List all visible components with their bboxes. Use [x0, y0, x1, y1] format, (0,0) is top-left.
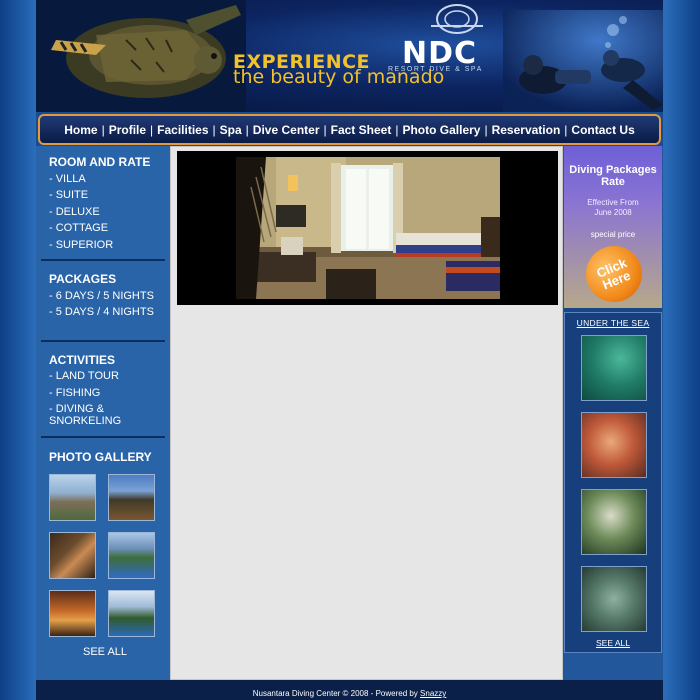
room-link-cottage[interactable]: - COTTAGE: [49, 222, 108, 234]
promo-effective-date: Effective From June 2008: [564, 198, 662, 218]
promo-effective-line1: Effective From: [587, 198, 639, 207]
under-the-sea-link[interactable]: UNDER THE SEA: [565, 318, 661, 328]
promo-effective-line2: June 2008: [594, 208, 632, 217]
gallery-thumb-room[interactable]: [49, 532, 96, 579]
ndc-logo-icon: [431, 4, 483, 34]
nav-spa[interactable]: Spa: [216, 123, 246, 137]
gallery-thumb-pool[interactable]: [108, 532, 155, 579]
package-link-6-days[interactable]: - 6 DAYS / 5 NIGHTS: [49, 290, 154, 302]
nav-reservation[interactable]: Reservation: [488, 123, 565, 137]
photo-gallery-heading: PHOTO GALLERY: [49, 450, 152, 464]
activities-heading: ACTIVITIES: [49, 353, 116, 367]
gallery-thumb-bedroom[interactable]: [49, 590, 96, 637]
promo-title: Diving Packages Rate: [564, 164, 662, 188]
nav-home[interactable]: Home: [60, 123, 101, 137]
room-link-suite[interactable]: - SUITE: [49, 189, 88, 201]
footer-powered-link[interactable]: Snazzy: [420, 689, 446, 698]
promo-special-price: special price: [590, 230, 636, 239]
room-and-rate-heading: ROOM AND RATE: [49, 155, 151, 169]
main-menu: Home | Profile | Facilities | Spa | Dive…: [38, 114, 661, 145]
room-link-villa[interactable]: - VILLA: [49, 173, 86, 185]
promo-title-line1: Diving Packages: [569, 164, 657, 176]
sidebar-divider: [41, 436, 165, 438]
room-link-superior[interactable]: - SUPERIOR: [49, 239, 113, 251]
footer-text: Nusantara Diving Center © 2008 - Powered…: [252, 689, 418, 698]
under-the-sea-panel: UNDER THE SEA SEE ALL: [564, 312, 662, 653]
gallery-thumb-villa-roof[interactable]: [108, 474, 155, 521]
footer: Nusantara Diving Center © 2008 - Powered…: [36, 680, 663, 700]
sea-turtle-image: [36, 0, 246, 112]
promo-title-line2: Rate: [601, 176, 625, 188]
packages-heading: PACKAGES: [49, 272, 117, 286]
sea-photo-crab[interactable]: [581, 566, 647, 632]
featured-photo-frame: [177, 151, 558, 305]
nav-facilities[interactable]: Facilities: [153, 123, 212, 137]
header-banner: EXPERIENCE NDC RESORT DIVE & SPA the bea…: [36, 0, 663, 112]
scuba-divers-image: [503, 10, 663, 112]
gallery-see-all-link[interactable]: SEE ALL: [83, 646, 127, 658]
gallery-thumb-seaside[interactable]: [108, 590, 155, 637]
gallery-thumb-walkway[interactable]: [49, 474, 96, 521]
navigation-bar: Home | Profile | Facilities | Spa | Dive…: [36, 112, 663, 146]
room-interior-photo: [236, 157, 500, 299]
diving-packages-promo[interactable]: Diving Packages Rate Effective From June…: [564, 146, 662, 311]
nav-photo-gallery[interactable]: Photo Gallery: [398, 123, 484, 137]
click-here-button[interactable]: Click Here: [577, 237, 651, 311]
activity-link-land-tour[interactable]: - LAND TOUR: [49, 370, 119, 382]
nav-fact-sheet[interactable]: Fact Sheet: [327, 123, 396, 137]
nav-profile[interactable]: Profile: [105, 123, 150, 137]
sea-photo-scallop[interactable]: [581, 412, 647, 478]
activity-link-diving-snorkeling[interactable]: - DIVING & SNORKELING: [49, 403, 170, 427]
left-sidebar: ROOM AND RATE - VILLA - SUITE - DELUXE -…: [36, 146, 170, 680]
room-link-deluxe[interactable]: - DELUXE: [49, 206, 100, 218]
right-sidebar: Diving Packages Rate Effective From June…: [564, 146, 662, 653]
sea-photo-clownfish[interactable]: [581, 335, 647, 401]
package-link-5-days[interactable]: - 5 DAYS / 4 NIGHTS: [49, 306, 154, 318]
activity-link-fishing[interactable]: - FISHING: [49, 387, 100, 399]
sea-see-all-link[interactable]: SEE ALL: [565, 638, 661, 648]
sea-photo-nudibranch[interactable]: [581, 489, 647, 555]
click-here-label: Click Here: [594, 255, 634, 292]
main-content: [170, 146, 563, 680]
page-container: EXPERIENCE NDC RESORT DIVE & SPA the bea…: [36, 0, 663, 700]
sidebar-divider: [41, 340, 165, 342]
header-tagline: the beauty of manado: [233, 66, 445, 88]
sidebar-divider: [41, 259, 165, 261]
nav-contact-us[interactable]: Contact Us: [567, 123, 638, 137]
nav-dive-center[interactable]: Dive Center: [249, 123, 324, 137]
